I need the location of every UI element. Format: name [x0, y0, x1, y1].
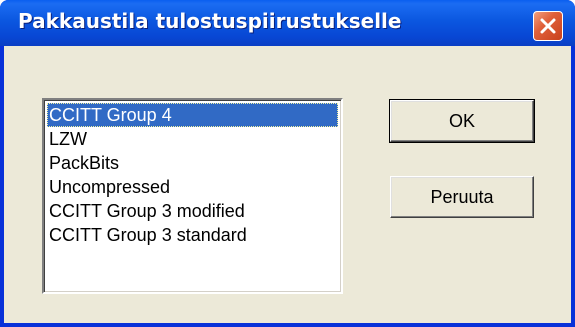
- compression-mode-listbox[interactable]: CCITT Group 4 LZW PackBits Uncompressed …: [42, 98, 343, 294]
- list-item-ccitt-group-4[interactable]: CCITT Group 4: [47, 103, 338, 127]
- dialog-client-area: CCITT Group 4 LZW PackBits Uncompressed …: [4, 46, 571, 323]
- list-item-lzw[interactable]: LZW: [47, 127, 338, 151]
- ok-button[interactable]: OK: [389, 99, 535, 143]
- list-item-ccitt-group-3-standard[interactable]: CCITT Group 3 standard: [47, 223, 338, 247]
- close-button[interactable]: [533, 11, 563, 41]
- cancel-button[interactable]: Peruuta: [390, 176, 534, 218]
- list-item-uncompressed[interactable]: Uncompressed: [47, 175, 338, 199]
- close-icon: [539, 17, 557, 35]
- title-bar[interactable]: Pakkaustila tulostuspiirustukselle: [0, 0, 575, 46]
- list-item-ccitt-group-3-modified[interactable]: CCITT Group 3 modified: [47, 199, 338, 223]
- compression-dialog: Pakkaustila tulostuspiirustukselle CCITT…: [0, 0, 575, 327]
- window-title: Pakkaustila tulostuspiirustukselle: [18, 9, 402, 33]
- list-item-packbits[interactable]: PackBits: [47, 151, 338, 175]
